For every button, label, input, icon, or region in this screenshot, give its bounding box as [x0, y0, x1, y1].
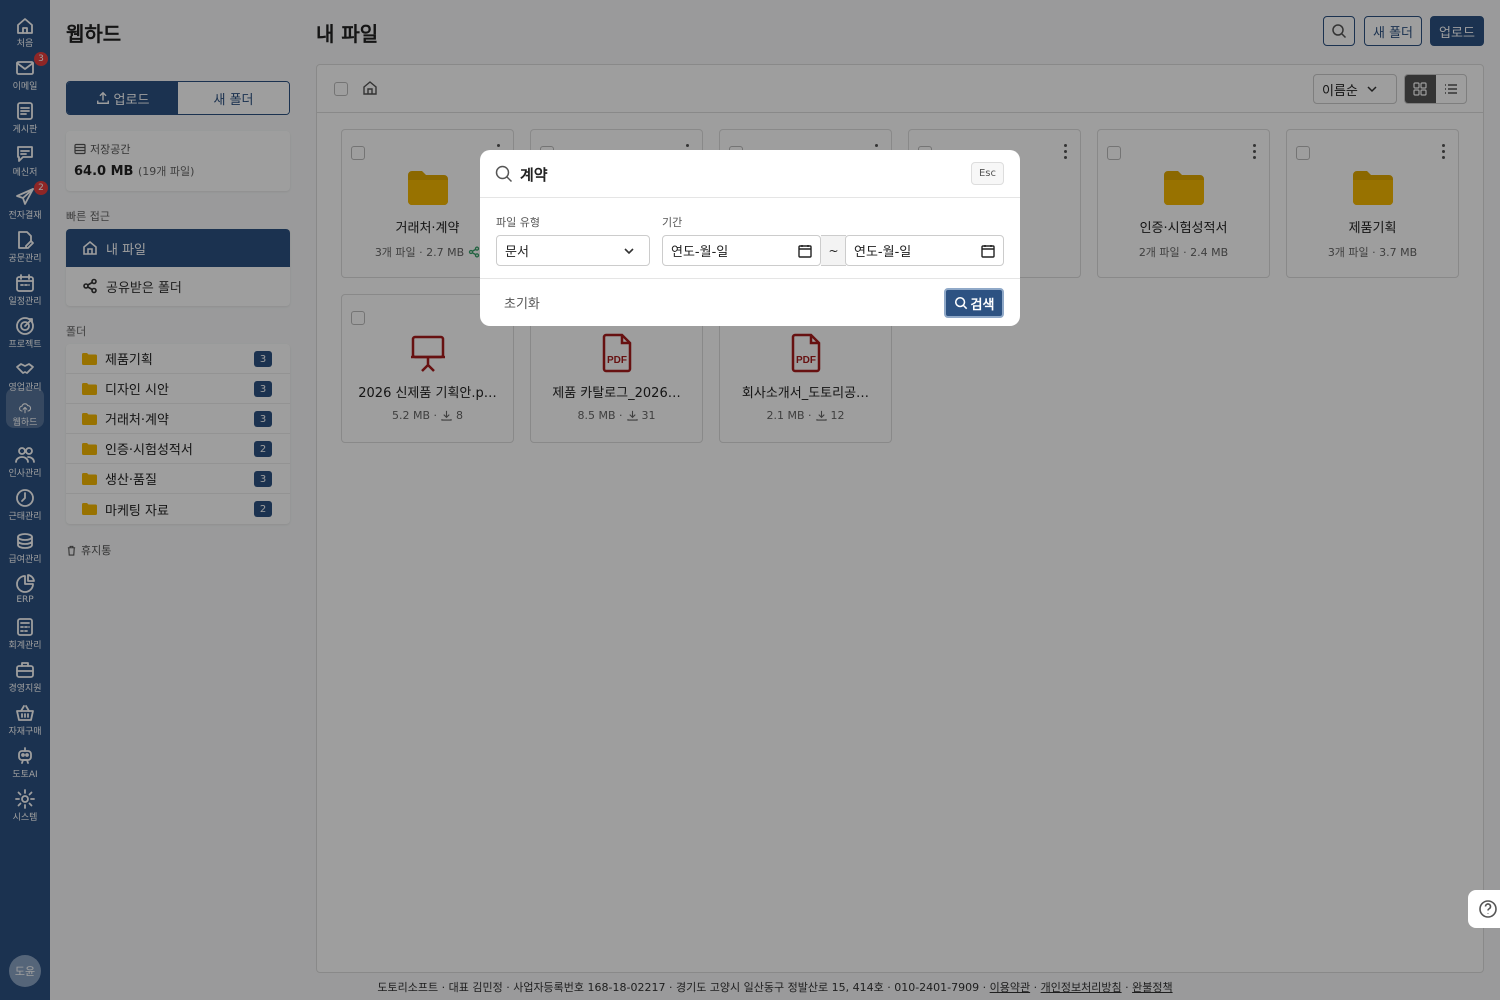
search-row: 계약 Esc	[480, 150, 1020, 198]
search-modal: 계약 Esc 파일 유형 기간 문서 연도-월-일 ~ 연도-월-일 초기화 검…	[480, 150, 1020, 326]
help-icon	[1479, 900, 1497, 918]
date-to-placeholder: 연도-월-일	[854, 245, 912, 260]
calendar-icon[interactable]	[981, 244, 995, 258]
search-submit-label: 검색	[970, 297, 995, 313]
chevron-down-icon	[624, 248, 634, 255]
modal-footer: 초기화 검색	[480, 278, 1020, 326]
help-button[interactable]	[1468, 890, 1500, 928]
file-type-select[interactable]: 문서	[496, 235, 650, 266]
date-to-input[interactable]: 연도-월-일	[845, 235, 1004, 266]
file-type-value: 문서	[505, 245, 529, 260]
reset-button[interactable]: 초기화	[504, 293, 540, 312]
date-from-placeholder: 연도-월-일	[671, 245, 729, 260]
date-range-separator: ~	[821, 235, 846, 266]
search-icon	[954, 296, 967, 310]
calendar-icon[interactable]	[798, 244, 812, 258]
search-icon	[495, 165, 513, 183]
search-input[interactable]: 계약	[520, 164, 548, 185]
esc-key-hint[interactable]: Esc	[971, 162, 1004, 185]
search-submit-button[interactable]: 검색	[944, 288, 1004, 318]
file-type-label: 파일 유형	[496, 216, 540, 229]
period-label: 기간	[662, 216, 683, 229]
date-from-input[interactable]: 연도-월-일	[662, 235, 821, 266]
